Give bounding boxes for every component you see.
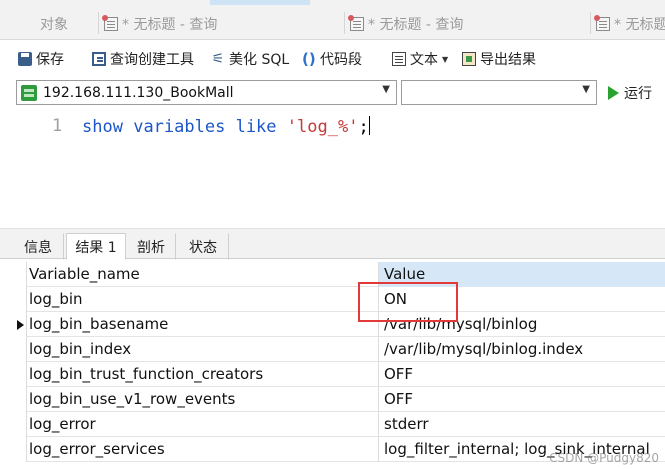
cell-value[interactable]: stderr — [378, 412, 665, 437]
save-label: 保存 — [36, 52, 64, 68]
text-cursor — [368, 116, 370, 135]
run-button[interactable]: 运行 — [608, 83, 652, 103]
connection-icon — [21, 84, 37, 101]
beautify-sql-label: 美化 SQL — [229, 52, 290, 68]
tab-strip: 对象 * 无标题 - 查询 * 无标题 - 查询 * 无标题 — [0, 0, 665, 40]
column-header-variable-name[interactable]: Variable_name — [29, 265, 374, 283]
tab-result-1[interactable]: 结果 1 — [66, 233, 126, 260]
export-results-button[interactable]: 导出结果 — [462, 48, 536, 70]
grid-header-row: Variable_name Value — [14, 262, 665, 287]
cell-value[interactable]: OFF — [378, 387, 665, 412]
cell-variable-name[interactable]: log_error_services — [29, 440, 374, 458]
row-selector[interactable] — [14, 387, 27, 412]
tab-separator — [590, 12, 591, 34]
save-icon — [18, 52, 32, 66]
run-label: 运行 — [624, 86, 652, 102]
table-row[interactable]: log_error stderr — [14, 412, 665, 437]
keyword-variables: variables — [133, 117, 226, 137]
cell-variable-name[interactable]: log_error — [29, 415, 374, 433]
current-row-arrow-icon — [17, 320, 24, 330]
tab-info[interactable]: 信息 — [12, 233, 64, 260]
query-builder-icon — [92, 52, 106, 66]
table-row[interactable]: log_bin_basename /var/lib/mysql/binlog — [14, 312, 665, 337]
tab-info-label: 信息 — [24, 239, 52, 256]
tab-query-1-label: * 无标题 - 查询 — [122, 17, 218, 33]
row-selector[interactable] — [14, 312, 27, 337]
code-snippet-label: 代码段 — [320, 52, 362, 68]
tab-status-label: 状态 — [189, 239, 217, 256]
code-snippet-icon: () — [302, 50, 316, 68]
query-icon — [594, 15, 610, 31]
cell-variable-name[interactable]: log_bin — [29, 290, 374, 308]
cell-value[interactable]: OFF — [378, 362, 665, 387]
database-select[interactable]: ▼ — [401, 80, 597, 105]
row-selector[interactable] — [14, 437, 27, 462]
beautify-sql-button[interactable]: ⚟ 美化 SQL — [211, 48, 289, 70]
highlight-annotation-box — [358, 282, 458, 322]
table-row[interactable]: log_bin ON — [14, 287, 665, 312]
tab-profile[interactable]: 剖析 — [126, 233, 176, 260]
toolbar: 保存 查询创建工具 ⚟ 美化 SQL () 代码段 文本 ▼ 导出结果 — [0, 44, 665, 74]
cell-variable-name[interactable]: log_bin_trust_function_creators — [29, 365, 374, 383]
tab-query-2-label: * 无标题 - 查询 — [368, 17, 464, 33]
line-number: 1 — [52, 116, 63, 136]
text-button[interactable]: 文本 ▼ — [392, 48, 448, 70]
row-selector — [14, 262, 27, 287]
cell-variable-name[interactable]: log_bin_use_v1_row_events — [29, 390, 374, 408]
tab-query-2[interactable]: * 无标题 - 查询 — [344, 12, 464, 36]
tab-separator — [344, 12, 345, 34]
keyword-like: like — [235, 117, 277, 137]
line-gutter: 1 — [16, 108, 76, 228]
row-selector[interactable] — [14, 337, 27, 362]
row-selector[interactable] — [14, 412, 27, 437]
tab-query-3-label: * 无标题 — [614, 17, 665, 33]
text-label: 文本 — [410, 52, 438, 68]
chevron-down-icon: ▼ — [442, 54, 449, 64]
export-results-label: 导出结果 — [480, 52, 536, 68]
tab-query-3[interactable]: * 无标题 — [590, 12, 665, 36]
cell-variable-name[interactable]: log_bin_basename — [29, 315, 374, 333]
tab-status[interactable]: 状态 — [177, 233, 229, 260]
connection-name: 192.168.111.130_BookMall — [43, 84, 234, 101]
table-row[interactable]: log_bin_trust_function_creators OFF — [14, 362, 665, 387]
tab-objects[interactable]: 对象 — [40, 12, 68, 36]
result-grid[interactable]: Variable_name Value log_bin ON log_bin_b… — [14, 262, 665, 462]
sql-editor[interactable]: 1 show variables like 'log_%'; — [16, 108, 665, 228]
tab-objects-label: 对象 — [40, 17, 68, 33]
beautify-icon: ⚟ — [211, 51, 225, 67]
query-icon — [348, 15, 364, 31]
export-icon — [462, 52, 476, 66]
code-snippet-button[interactable]: () 代码段 — [302, 48, 362, 70]
text-icon — [392, 52, 406, 66]
connection-select[interactable]: 192.168.111.130_BookMall ▼ — [16, 80, 397, 105]
table-row[interactable]: log_bin_index /var/lib/mysql/binlog.inde… — [14, 337, 665, 362]
tab-separator — [98, 12, 99, 34]
row-selector[interactable] — [14, 362, 27, 387]
cell-variable-name[interactable]: log_bin_index — [29, 340, 374, 358]
save-button[interactable]: 保存 — [18, 48, 64, 70]
result-tabs: 信息 结果 1 剖析 状态 — [0, 228, 665, 260]
tab-query-1[interactable]: * 无标题 - 查询 — [98, 12, 218, 36]
keyword-show: show — [82, 117, 123, 137]
tab-result-1-label: 结果 1 — [75, 239, 117, 256]
query-builder-label: 查询创建工具 — [110, 52, 194, 68]
cell-value[interactable]: /var/lib/mysql/binlog.index — [378, 337, 665, 362]
tab-profile-label: 剖析 — [137, 239, 165, 256]
chevron-down-icon: ▼ — [582, 84, 590, 95]
query-icon — [102, 15, 118, 31]
string-literal: 'log_%' — [286, 117, 359, 137]
row-selector[interactable] — [14, 287, 27, 312]
chevron-down-icon: ▼ — [382, 84, 390, 95]
statement-terminator: ; — [358, 117, 369, 137]
query-builder-button[interactable]: 查询创建工具 — [92, 48, 194, 70]
connection-bar: 192.168.111.130_BookMall ▼ ▼ 运行 — [16, 80, 665, 106]
active-tab-accent — [210, 0, 310, 5]
watermark: CSDN @Pudgy820 — [549, 451, 659, 465]
table-row[interactable]: log_bin_use_v1_row_events OFF — [14, 387, 665, 412]
sql-code-line[interactable]: show variables like 'log_%'; — [82, 116, 370, 137]
play-icon — [608, 86, 619, 100]
